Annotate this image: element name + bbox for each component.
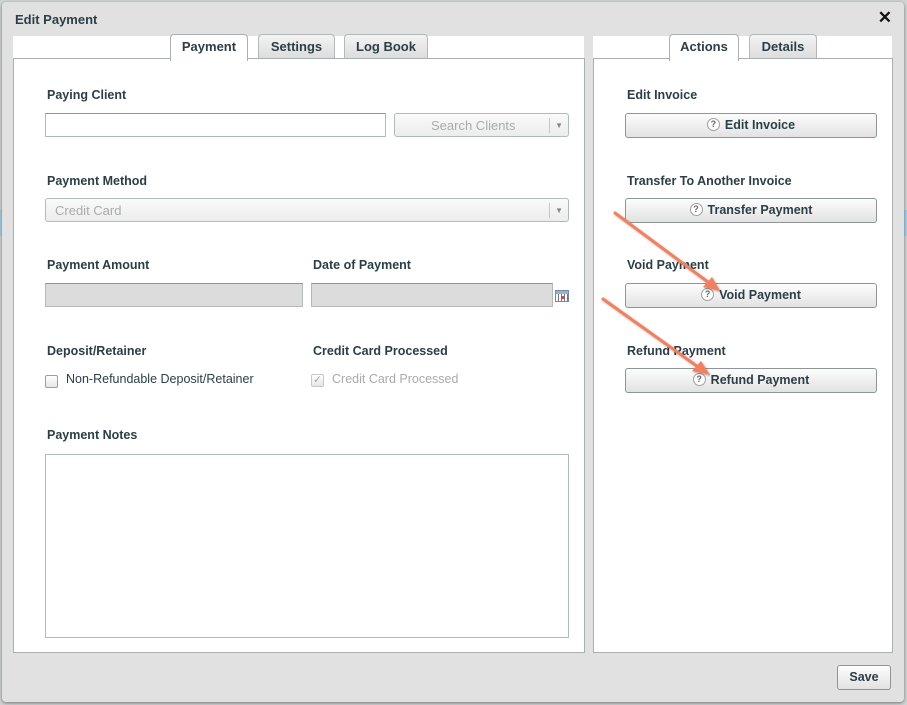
tab-actions[interactable]: Actions: [669, 34, 739, 61]
paying-client-input[interactable]: [45, 113, 386, 137]
payment-notes-textarea[interactable]: [45, 454, 569, 638]
payment-amount-input[interactable]: [45, 283, 303, 307]
non-refundable-checkbox[interactable]: [45, 375, 58, 388]
tab-log-book[interactable]: Log Book: [344, 34, 428, 59]
close-icon[interactable]: ✕: [878, 8, 892, 28]
payment-notes-label: Payment Notes: [47, 428, 138, 442]
payment-method-value: Credit Card: [55, 203, 122, 218]
dialog-title: Edit Payment: [15, 12, 98, 27]
help-icon[interactable]: ?: [706, 118, 720, 132]
payment-method-select[interactable]: Credit Card ▼: [45, 198, 569, 222]
transfer-payment-button[interactable]: ? Transfer Payment: [625, 198, 877, 223]
void-payment-section-label: Void Payment: [627, 258, 709, 272]
date-of-payment-input[interactable]: [311, 283, 553, 307]
help-icon[interactable]: ?: [701, 288, 715, 302]
edit-invoice-button[interactable]: ? Edit Invoice: [625, 113, 877, 138]
date-of-payment-label: Date of Payment: [313, 258, 411, 272]
void-payment-button[interactable]: ? Void Payment: [625, 283, 877, 308]
chevron-down-icon[interactable]: ▼: [555, 118, 563, 134]
deposit-retainer-label: Deposit/Retainer: [47, 344, 147, 358]
tab-details[interactable]: Details: [749, 34, 817, 59]
tab-payment[interactable]: Payment: [170, 34, 248, 61]
edit-payment-dialog: Edit Payment ✕ Payment Settings Log Book…: [2, 2, 904, 702]
transfer-payment-button-label: Transfer Payment: [707, 203, 813, 217]
search-clients-combo[interactable]: Search Clients ▼: [394, 113, 569, 137]
edit-invoice-section-label: Edit Invoice: [627, 88, 698, 102]
credit-card-processed-checkbox[interactable]: ✓: [311, 374, 324, 387]
credit-card-processed-option: Credit Card Processed: [332, 372, 459, 386]
combo-separator: [549, 203, 550, 218]
tab-settings[interactable]: Settings: [258, 34, 335, 59]
payment-method-label: Payment Method: [47, 174, 148, 188]
paying-client-label: Paying Client: [47, 88, 127, 102]
void-payment-button-label: Void Payment: [719, 288, 801, 302]
help-icon[interactable]: ?: [692, 373, 706, 387]
calendar-icon[interactable]: [555, 290, 569, 302]
refund-payment-button[interactable]: ? Refund Payment: [625, 368, 877, 393]
payment-panel: Paying Client Search Clients ▼ Payment M…: [13, 58, 585, 653]
save-button[interactable]: Save: [837, 665, 891, 690]
transfer-section-label: Transfer To Another Invoice: [627, 174, 792, 188]
combo-separator: [549, 118, 550, 133]
non-refundable-label: Non-Refundable Deposit/Retainer: [66, 372, 254, 386]
edit-invoice-button-label: Edit Invoice: [724, 118, 796, 132]
search-clients-label: Search Clients: [431, 118, 516, 133]
payment-amount-label: Payment Amount: [47, 258, 150, 272]
actions-panel: Edit Invoice ? Edit Invoice Transfer To A…: [593, 58, 893, 653]
right-tab-bar: [593, 36, 892, 60]
refund-payment-section-label: Refund Payment: [627, 344, 726, 358]
refund-payment-button-label: Refund Payment: [710, 373, 810, 387]
credit-card-processed-label: Credit Card Processed: [313, 344, 448, 358]
chevron-down-icon[interactable]: ▼: [555, 203, 563, 219]
help-icon[interactable]: ?: [689, 203, 703, 217]
